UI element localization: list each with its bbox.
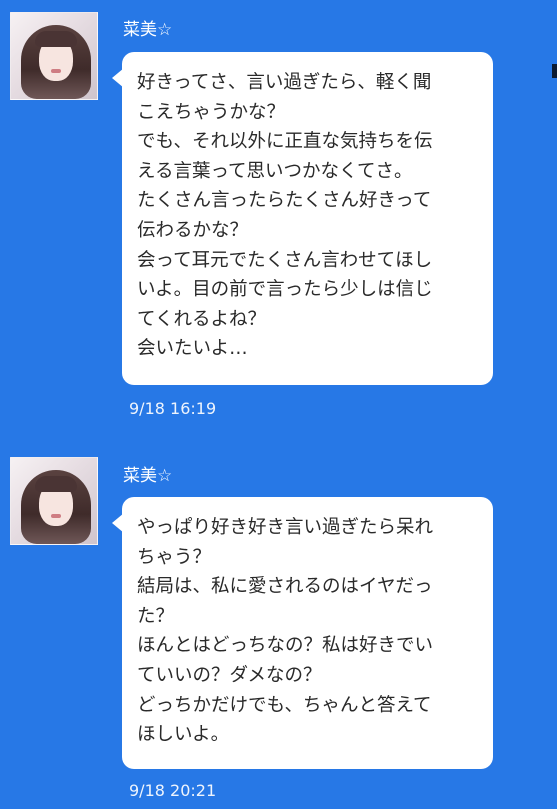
message-line: ていいの？ダメなの？ bbox=[137, 664, 322, 686]
message-line: こえちゃうかな？ bbox=[137, 101, 286, 123]
avatar[interactable] bbox=[10, 457, 98, 545]
message-line: 伝わるかな？ bbox=[137, 219, 249, 241]
message-line: 結局は、私に愛されるのはイヤだっ bbox=[137, 576, 433, 598]
message-line: でも、それ以外に正直な気持ちを伝 bbox=[137, 131, 433, 153]
avatar-lips bbox=[51, 69, 61, 73]
avatar[interactable] bbox=[10, 12, 98, 100]
message-bubble[interactable]: やっぱり好き好き言い過ぎたら呆れ ちゃう？ 結局は、私に愛されるのはイヤだっ た… bbox=[112, 497, 493, 769]
message-bubble[interactable]: 好きってさ、言い過ぎたら、軽く聞 こえちゃうかな？ でも、それ以外に正直な気持ち… bbox=[112, 52, 493, 385]
avatar-lips bbox=[51, 514, 61, 518]
message-line: やっぱり好き好き言い過ぎたら呆れ bbox=[137, 517, 434, 538]
message-timestamp: 9/18 20:21 bbox=[129, 781, 217, 800]
message-line: どっちかだけでも、ちゃんと答えて bbox=[137, 694, 432, 716]
message-line: 好きってさ、言い過ぎたら、軽く聞 bbox=[137, 72, 432, 93]
message-line: た？ bbox=[137, 605, 175, 627]
message-timestamp: 9/18 16:19 bbox=[129, 399, 217, 418]
avatar-bangs bbox=[35, 476, 77, 492]
sender-name: 菜美☆ bbox=[123, 466, 173, 486]
message-line: てくれるよね？ bbox=[137, 308, 266, 330]
sender-name: 菜美☆ bbox=[123, 20, 173, 40]
edge-element bbox=[552, 64, 557, 78]
message-line: ほしいよ。 bbox=[137, 724, 230, 746]
message-line: 会いたいよ… bbox=[137, 338, 248, 360]
message-line: える言葉って思いつかなくてさ。 bbox=[137, 160, 413, 182]
message-line: ちゃう？ bbox=[137, 546, 212, 568]
avatar-bangs bbox=[35, 31, 77, 47]
message-line: ほんとはどっちなの？私は好きでい bbox=[137, 635, 434, 657]
message-line: たくさん言ったらたくさん好きって bbox=[137, 190, 432, 212]
message-line: いよ。目の前で言ったら少しは信じ bbox=[137, 279, 433, 301]
message-line: 会って耳元でたくさん言わせてほし bbox=[137, 249, 433, 271]
